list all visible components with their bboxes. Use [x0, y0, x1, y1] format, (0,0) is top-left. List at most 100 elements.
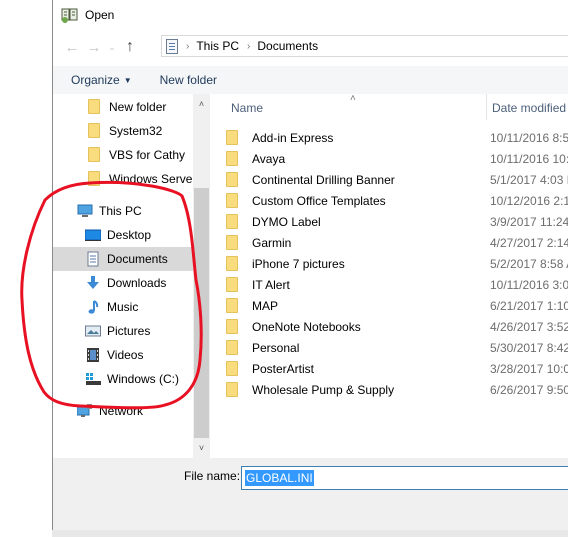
file-row[interactable]: Wholesale Pump & Supply 6/26/2017 9:50 [213, 379, 568, 400]
file-name: Custom Office Templates [252, 194, 386, 208]
open-dialog: Open ← → ⌄ ↑ › This PC › Documents Organ… [52, 0, 568, 530]
breadcrumb-separator-icon[interactable]: › [247, 41, 250, 52]
scroll-up-icon[interactable]: ˄ [193, 96, 210, 112]
folder-icon [226, 298, 238, 313]
computer-icon [77, 203, 93, 219]
scroll-down-icon[interactable]: ˅ [193, 440, 210, 456]
folder-icon [87, 171, 103, 187]
back-button[interactable]: ← [61, 36, 83, 58]
tree-item-new-folder[interactable]: New folder [53, 95, 193, 119]
tree-item-label: Documents [107, 252, 168, 266]
file-name-input[interactable]: GLOBAL.INI [241, 466, 568, 490]
column-header-name[interactable]: Name [231, 101, 263, 115]
file-date-modified: 3/9/2017 11:24 [490, 215, 568, 229]
new-folder-button[interactable]: New folder [160, 73, 217, 87]
navigation-bar: ← → ⌄ ↑ › This PC › Documents [53, 34, 568, 60]
file-date-modified: 5/1/2017 4:03 P [490, 173, 568, 187]
file-name: Avaya [252, 152, 286, 166]
forward-button[interactable]: → [83, 36, 105, 58]
file-name: IT Alert [252, 278, 290, 292]
arrow-left-icon: ← [64, 38, 80, 56]
tree-item-label: Videos [107, 348, 144, 362]
file-row[interactable]: Add-in Express 10/11/2016 8:5 [213, 127, 568, 148]
file-date-modified: 10/11/2016 8:5 [490, 131, 568, 145]
desktop-icon [84, 227, 102, 243]
tree-item-this-pc[interactable]: This PC [53, 199, 193, 223]
file-row[interactable]: MAP 6/21/2017 1:10 [213, 295, 568, 316]
tree-item-label: This PC [99, 204, 142, 218]
file-name: iPhone 7 pictures [252, 257, 345, 271]
tree-item-videos[interactable]: Videos [53, 343, 193, 367]
scrollbar-thumb[interactable] [194, 188, 209, 438]
folder-icon [226, 235, 238, 250]
title-bar: Open [53, 0, 568, 30]
tree-item-label: New folder [109, 100, 167, 114]
file-date-modified: 10/12/2016 2:1 [490, 194, 568, 208]
breadcrumb-documents[interactable]: Documents [257, 39, 318, 53]
folder-icon [226, 361, 238, 376]
file-row[interactable]: PosterArtist 3/28/2017 10:0 [213, 358, 568, 379]
file-name: OneNote Notebooks [252, 320, 361, 334]
window-title: Open [85, 8, 115, 22]
file-row[interactable]: Continental Drilling Banner 5/1/2017 4:03… [213, 169, 568, 190]
tree-item-system32[interactable]: System32 [53, 119, 193, 143]
tree-item-label: Desktop [107, 228, 152, 242]
documents-icon [85, 251, 101, 267]
file-row[interactable]: Custom Office Templates 10/12/2016 2:1 [213, 190, 568, 211]
column-header-date-modified[interactable]: Date modified [492, 101, 566, 115]
file-row[interactable]: OneNote Notebooks 4/26/2017 3:52 [213, 316, 568, 337]
file-name: PosterArtist [252, 362, 315, 376]
address-bar[interactable]: › This PC › Documents [161, 35, 568, 57]
tree-item-documents[interactable]: Documents [53, 247, 193, 271]
navigation-pane-scrollbar[interactable]: ˄ ˅ [193, 94, 210, 458]
organize-button[interactable]: Organize ▼ [71, 73, 132, 87]
file-name: Continental Drilling Banner [252, 173, 395, 187]
videos-icon [85, 347, 101, 363]
folder-icon [87, 99, 103, 115]
caret-down-icon: ▼ [123, 75, 132, 85]
file-row[interactable]: Garmin 4/27/2017 2:14 [213, 232, 568, 253]
file-name: Garmin [252, 236, 292, 250]
file-row[interactable]: Avaya 10/11/2016 10: [213, 148, 568, 169]
arrow-right-icon: → [86, 38, 102, 56]
navigation-pane: New folder System32 VBS for Cathy Window… [53, 94, 193, 458]
file-date-modified: 4/27/2017 2:14 [490, 236, 568, 250]
file-row[interactable]: Personal 5/30/2017 8:42 [213, 337, 568, 358]
dialog-shadow [52, 530, 568, 537]
recent-locations-button[interactable]: ⌄ [105, 36, 119, 58]
breadcrumb-this-pc[interactable]: This PC [196, 39, 239, 53]
tree-item-windows-c[interactable]: Windows (C:) [53, 367, 193, 391]
folder-icon [226, 340, 238, 355]
folder-icon [226, 151, 238, 166]
file-list: ˄ Name Date modified Add-in Express 10/11… [213, 94, 568, 458]
tree-item-music[interactable]: Music [53, 295, 193, 319]
command-toolbar: Organize ▼ New folder [53, 66, 568, 94]
file-name: MAP [252, 299, 279, 313]
file-date-modified: 10/11/2016 10: [490, 152, 568, 166]
tree-item-vbs-for-cathy[interactable]: VBS for Cathy [53, 143, 193, 167]
up-button[interactable]: ↑ [119, 36, 141, 58]
file-date-modified: 6/26/2017 9:50 [490, 383, 568, 397]
column-divider[interactable] [486, 94, 487, 120]
tree-item-downloads[interactable]: Downloads [53, 271, 193, 295]
file-row[interactable]: IT Alert 10/11/2016 3:0 [213, 274, 568, 295]
pictures-icon [85, 323, 101, 339]
file-name: Personal [252, 341, 300, 355]
tree-item-windows-server[interactable]: Windows Server [53, 167, 193, 191]
arrow-up-icon: ↑ [126, 38, 134, 55]
tree-item-desktop[interactable]: Desktop [53, 223, 193, 247]
file-name: Add-in Express [252, 131, 334, 145]
organize-label: Organize [71, 73, 120, 87]
folder-icon [87, 123, 103, 139]
sort-ascending-icon: ˄ [350, 94, 356, 104]
file-row[interactable]: DYMO Label 3/9/2017 11:24 [213, 211, 568, 232]
folder-icon [226, 277, 238, 292]
tree-item-pictures[interactable]: Pictures [53, 319, 193, 343]
breadcrumb-separator-icon[interactable]: › [186, 41, 189, 52]
tree-item-network[interactable]: Network [53, 399, 193, 423]
file-name-area: File name: GLOBAL.INI [53, 458, 568, 530]
file-date-modified: 5/2/2017 8:58 A [490, 257, 568, 271]
documents-icon [166, 38, 178, 54]
folder-icon [226, 256, 238, 271]
file-row[interactable]: iPhone 7 pictures 5/2/2017 8:58 A [213, 253, 568, 274]
